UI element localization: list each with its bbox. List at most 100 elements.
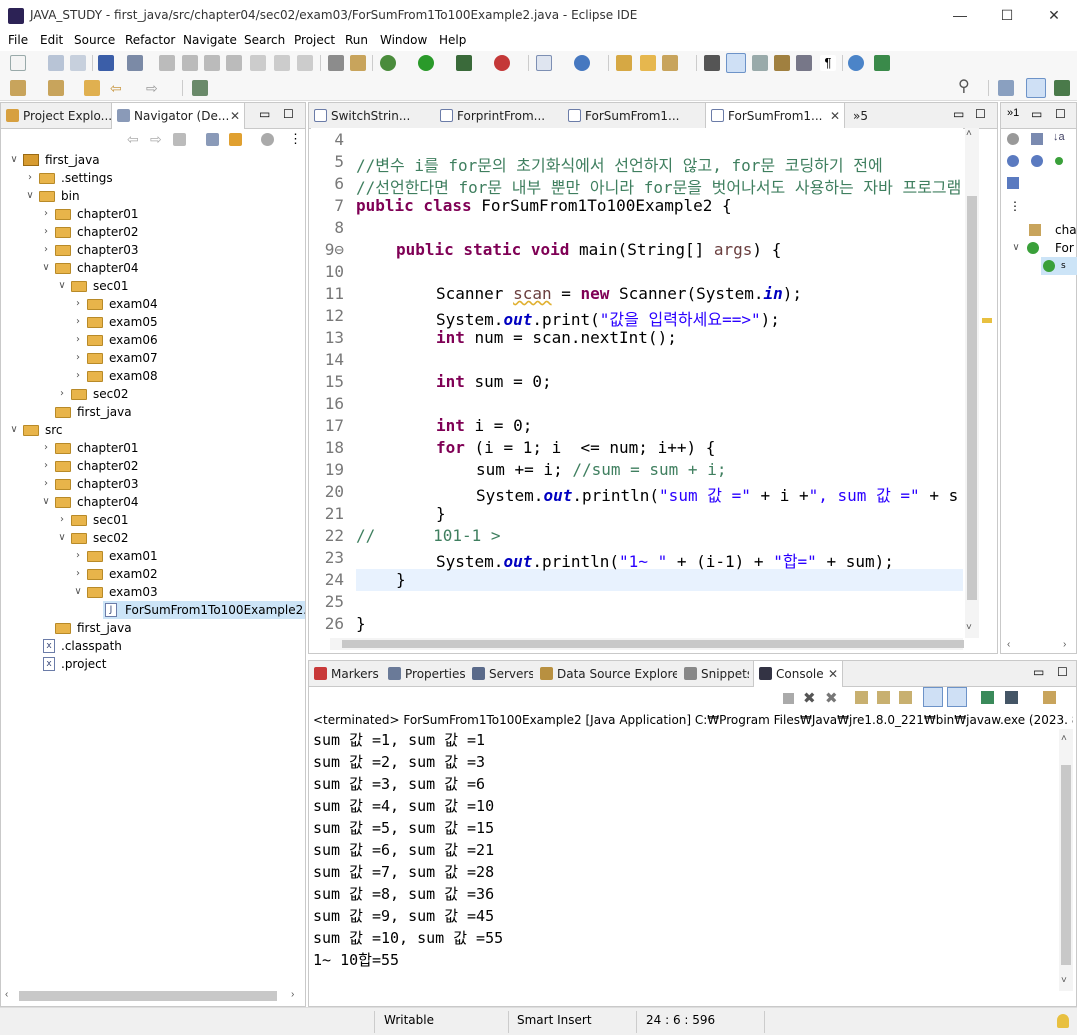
- hide-local-types-icon[interactable]: [1007, 177, 1019, 189]
- pin-editor-icon[interactable]: [192, 80, 208, 96]
- block-selection-icon[interactable]: [752, 55, 768, 71]
- server-icon[interactable]: [874, 55, 890, 71]
- menu-help[interactable]: Help: [439, 33, 466, 47]
- scroll-up-icon[interactable]: ˄: [966, 128, 972, 139]
- editor-tab-forsumfrom-active[interactable]: ForSumFrom1... ✕: [705, 103, 845, 129]
- up-icon[interactable]: [173, 133, 186, 146]
- next-annotation-icon[interactable]: [10, 80, 26, 96]
- minimize-view-icon[interactable]: ▭: [259, 107, 270, 121]
- maximize-outline-icon[interactable]: ☐: [1055, 107, 1066, 121]
- link-with-editor-icon[interactable]: [229, 133, 242, 146]
- forward-arrow-icon[interactable]: ⇨: [146, 80, 162, 96]
- outline-item-main[interactable]: s: [1041, 257, 1077, 275]
- debug-perspective-icon[interactable]: [1054, 80, 1070, 96]
- java-perspective-icon[interactable]: [1026, 78, 1046, 98]
- close-tab-icon[interactable]: ✕: [830, 103, 840, 129]
- minimize-editor-icon[interactable]: ▭: [953, 107, 964, 121]
- minimize-outline-icon[interactable]: ▭: [1031, 107, 1042, 121]
- clear-console-icon[interactable]: [855, 691, 868, 704]
- show-stdout-icon[interactable]: [923, 687, 943, 707]
- annotation-icon[interactable]: [704, 55, 720, 71]
- mark-occurrences-icon[interactable]: [726, 53, 746, 73]
- scroll-lock-icon[interactable]: [877, 691, 890, 704]
- editor-h-scroll-thumb[interactable]: [342, 640, 964, 648]
- pilcrow-icon[interactable]: ¶: [820, 55, 836, 71]
- toggle-block-icon[interactable]: [328, 55, 344, 71]
- hide-nonpublic-icon[interactable]: [1055, 157, 1063, 165]
- forward-icon[interactable]: ⇨: [150, 131, 162, 148]
- minimize-button[interactable]: —: [945, 4, 975, 26]
- disconnect-icon[interactable]: [226, 55, 242, 71]
- show-whitespace-icon[interactable]: [774, 55, 790, 71]
- use-step-filters-icon[interactable]: [350, 55, 366, 71]
- filter-icon[interactable]: [261, 133, 274, 146]
- editor-tab-switchstring[interactable]: SwitchStrin...: [309, 103, 435, 129]
- console-output[interactable]: sum 값 =1, sum 값 =1 sum 값 =2, sum 값 =3 su…: [309, 729, 1057, 991]
- open-perspective-icon[interactable]: [998, 80, 1014, 96]
- scroll-right-icon[interactable]: ›: [291, 989, 294, 1000]
- new-java-class-icon[interactable]: [574, 55, 590, 71]
- display-console-icon[interactable]: [1005, 691, 1018, 704]
- run-icon[interactable]: [418, 55, 434, 71]
- code-editor[interactable]: 4 5 6 7 8 9⊖ 10 11 12 13 14 15 16 17 18 …: [311, 128, 963, 638]
- maximize-button[interactable]: ☐: [992, 4, 1022, 26]
- word-wrap-console-icon[interactable]: [899, 691, 912, 704]
- hide-fields-icon[interactable]: [1007, 155, 1019, 167]
- terminate-icon[interactable]: [204, 55, 220, 71]
- editor-scroll-thumb[interactable]: [967, 196, 977, 600]
- show-stderr-icon[interactable]: [947, 687, 967, 707]
- skip-breakpoints-icon[interactable]: [127, 55, 143, 71]
- editor-tab-overflow[interactable]: »5: [849, 103, 879, 129]
- step-over-icon[interactable]: [274, 55, 290, 71]
- sort-icon[interactable]: ↓a: [1053, 131, 1065, 143]
- menu-file[interactable]: File: [8, 33, 28, 47]
- minimize-console-icon[interactable]: ▭: [1033, 665, 1044, 679]
- hide-static-icon[interactable]: [1031, 155, 1043, 167]
- close-tab-icon[interactable]: ✕: [230, 103, 240, 129]
- new-icon[interactable]: [10, 55, 26, 71]
- close-tab-icon[interactable]: ✕: [828, 661, 838, 687]
- close-button[interactable]: ✕: [1039, 4, 1069, 26]
- tab-servers[interactable]: Servers: [467, 661, 533, 687]
- collapse-outline-icon[interactable]: [1031, 133, 1043, 145]
- outline-tab-overflow[interactable]: »1: [1007, 107, 1019, 119]
- search-icon[interactable]: ⚲: [958, 79, 974, 95]
- maximize-editor-icon[interactable]: ☐: [975, 107, 986, 121]
- tab-snippets[interactable]: Snippets: [679, 661, 749, 687]
- tab-console[interactable]: Console ✕: [753, 661, 843, 687]
- tab-properties[interactable]: Properties: [383, 661, 465, 687]
- save-icon[interactable]: [48, 55, 64, 71]
- maximize-view-icon[interactable]: ☐: [283, 107, 294, 121]
- previous-annotation-icon[interactable]: [48, 80, 64, 96]
- coverage-icon[interactable]: [456, 55, 472, 71]
- tree-item-selected-java-file[interactable]: JForSumFrom1To100Example2.java: [103, 601, 305, 619]
- scroll-down-icon[interactable]: ˅: [966, 622, 972, 633]
- menu-search[interactable]: Search: [244, 33, 285, 47]
- tab-project-explorer[interactable]: Project Explo...: [1, 103, 111, 129]
- terminate-console-icon[interactable]: [783, 693, 794, 704]
- editor-tab-forprintfrom[interactable]: ForprintFrom...: [435, 103, 561, 129]
- resume-icon[interactable]: [159, 55, 175, 71]
- menu-project[interactable]: Project: [294, 33, 335, 47]
- collapse-all-icon[interactable]: [206, 133, 219, 146]
- open-console-icon[interactable]: [1043, 691, 1056, 704]
- new-java-project-icon[interactable]: [536, 55, 552, 71]
- suspend-icon[interactable]: [182, 55, 198, 71]
- menu-navigate[interactable]: Navigate: [183, 33, 237, 47]
- open-task-icon[interactable]: [640, 55, 656, 71]
- outline-scroll-right-icon[interactable]: ›: [1063, 639, 1066, 650]
- back-icon[interactable]: ⇦: [127, 131, 139, 148]
- step-into-icon[interactable]: [250, 55, 266, 71]
- overview-warning-marker[interactable]: [982, 318, 992, 323]
- editor-tab-forsumfrom-1[interactable]: ForSumFrom1...: [563, 103, 703, 129]
- tab-markers[interactable]: Markers: [309, 661, 381, 687]
- search-tool-icon[interactable]: [662, 55, 678, 71]
- pin-console-icon[interactable]: [981, 691, 994, 704]
- outline-menu-icon[interactable]: ⋮: [1009, 199, 1021, 213]
- remove-all-launches-icon[interactable]: ✖: [825, 689, 838, 707]
- focus-icon[interactable]: [1007, 133, 1019, 145]
- open-type-icon[interactable]: [616, 55, 632, 71]
- browser-icon[interactable]: [848, 55, 864, 71]
- horizontal-scrollbar[interactable]: [19, 991, 277, 1001]
- console-scroll-down-icon[interactable]: ˅: [1061, 975, 1067, 986]
